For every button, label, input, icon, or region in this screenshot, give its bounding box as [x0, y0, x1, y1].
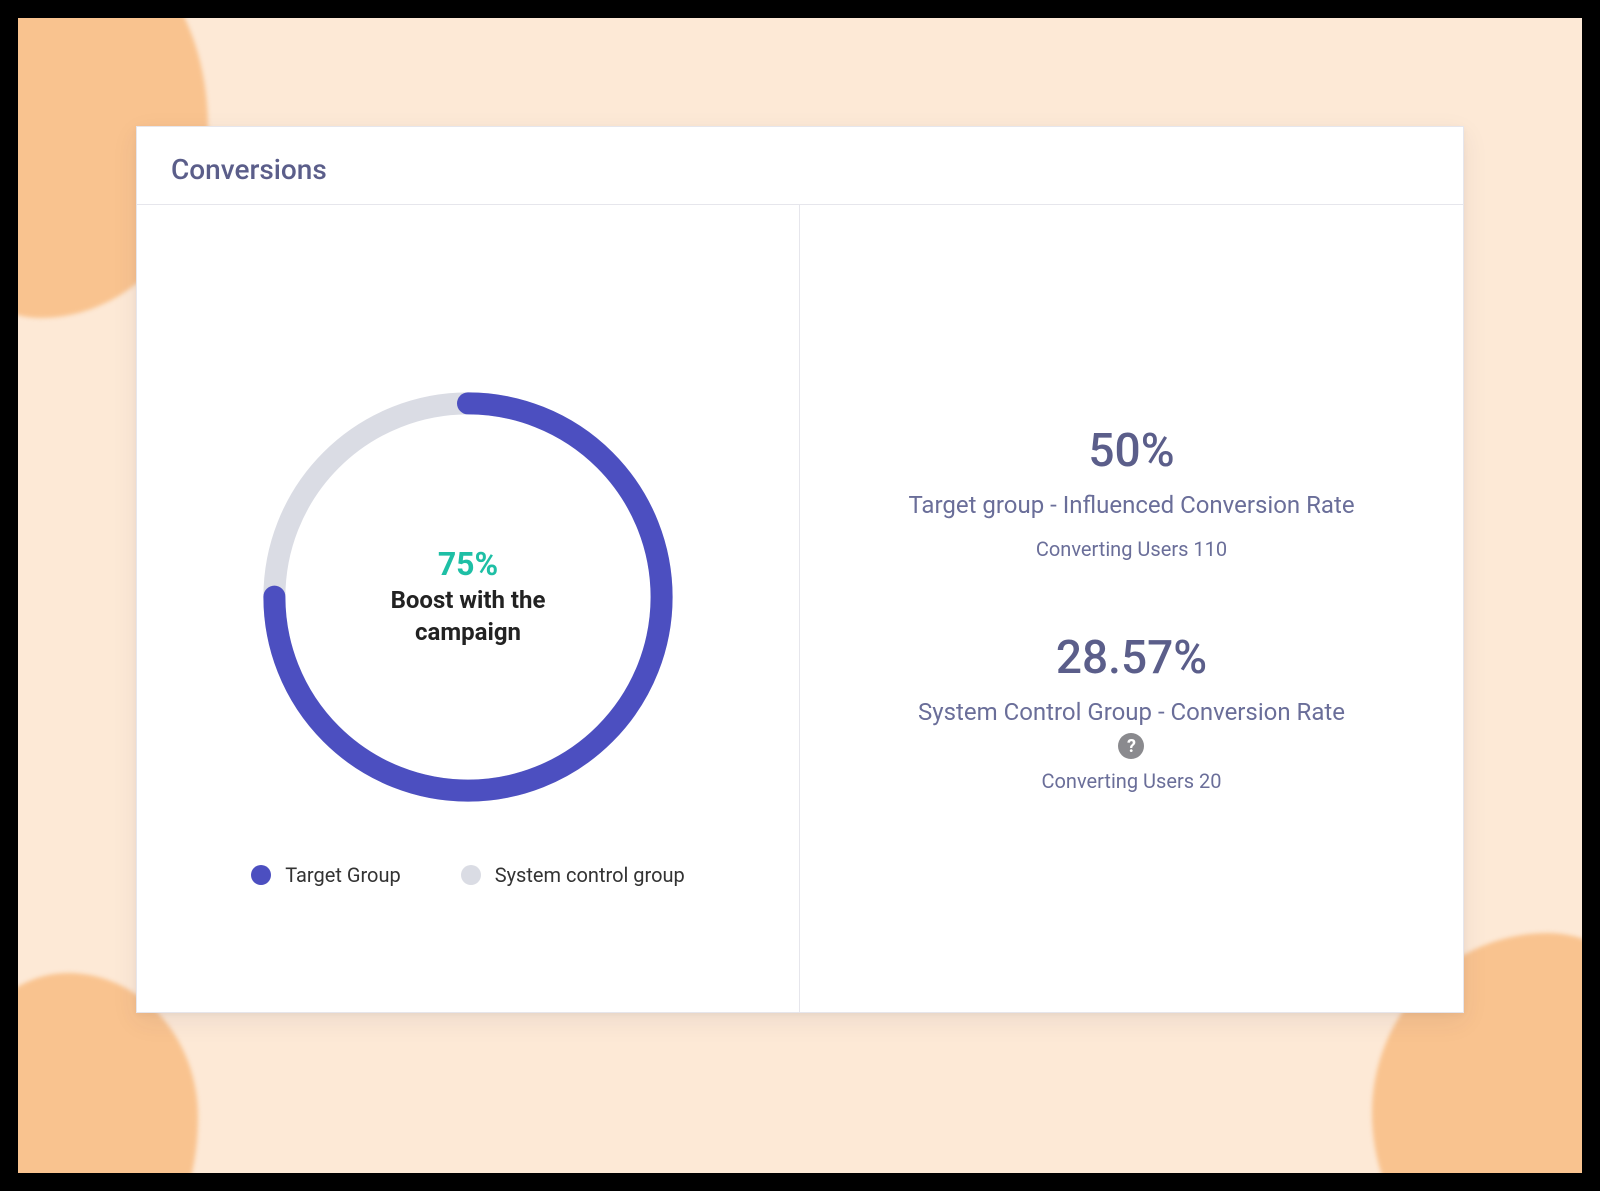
donut-center-percent: 75%	[438, 545, 498, 583]
card-header: Conversions	[137, 127, 1463, 205]
donut-center-label: Boost with the campaign	[358, 585, 578, 647]
legend-label: System control group	[495, 863, 685, 887]
metric-value: 28.57%	[1056, 631, 1207, 685]
metric-subtext: Converting Users 110	[1036, 537, 1227, 561]
conversions-card: Conversions 75% Boost with the campaign	[136, 126, 1464, 1013]
card-body: 75% Boost with the campaign Target Group…	[137, 205, 1463, 1012]
donut-panel: 75% Boost with the campaign Target Group…	[137, 205, 800, 1012]
metric-target-group: 50% Target group - Influenced Conversion…	[908, 424, 1354, 561]
metric-value: 50%	[1088, 424, 1174, 478]
legend-item-target: Target Group	[251, 863, 401, 887]
metric-title: Target group - Influenced Conversion Rat…	[908, 488, 1354, 523]
card-title: Conversions	[171, 153, 1429, 186]
legend-dot-icon	[251, 865, 271, 885]
legend-label: Target Group	[285, 863, 401, 887]
outer-frame: Conversions 75% Boost with the campaign	[18, 18, 1582, 1173]
legend-item-control: System control group	[461, 863, 685, 887]
metric-subtext: Converting Users 20	[1042, 769, 1222, 793]
donut-center: 75% Boost with the campaign	[248, 377, 688, 817]
metric-title: System Control Group - Conversion Rate	[918, 695, 1345, 730]
legend-dot-icon	[461, 865, 481, 885]
donut-chart: 75% Boost with the campaign	[248, 377, 688, 817]
help-icon[interactable]: ?	[1118, 733, 1144, 759]
metrics-panel: 50% Target group - Influenced Conversion…	[800, 205, 1463, 1012]
metric-control-group: 28.57% System Control Group - Conversion…	[918, 631, 1345, 794]
metric-title-row: System Control Group - Conversion Rate	[918, 695, 1345, 730]
donut-legend: Target Group System control group	[251, 863, 685, 887]
